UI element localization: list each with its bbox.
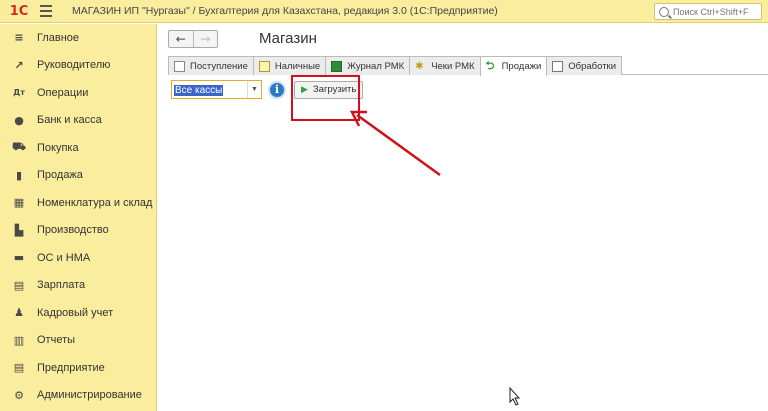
sidebar-item-enterprise[interactable]: ▤ Предприятие: [0, 354, 156, 382]
boxes-icon: ▦: [13, 196, 25, 210]
tab-label: Поступление: [190, 60, 248, 72]
sidebar-item-label: Производство: [37, 224, 109, 237]
journal-icon: [331, 60, 343, 72]
hamburger-menu-icon[interactable]: [40, 5, 58, 17]
list-icon: ≡: [14, 31, 24, 45]
info-icon[interactable]: i: [268, 80, 286, 99]
tab-cash[interactable]: Наличные: [252, 56, 327, 75]
sidebar-item-label: Номенклатура и склад: [37, 196, 153, 209]
sidebar-item-label: ОС и НМА: [37, 251, 91, 264]
chevron-down-icon[interactable]: ▼: [247, 81, 261, 98]
checkbox-doc-icon: [174, 60, 185, 72]
sidebar-item-admin[interactable]: ⚙ Администрирование: [0, 382, 156, 410]
people-icon: ♟: [14, 306, 24, 320]
tab-receipts[interactable]: Поступление: [168, 56, 254, 75]
main-content: ← → Магазин Поступление Наличные Журнал …: [158, 24, 768, 411]
coin-icon: ●: [14, 113, 24, 127]
select-value: Все кассы: [174, 84, 224, 96]
tab-label: Обработки: [568, 60, 617, 72]
sidebar: ≡ Главное ↗ Руководителю Дт Операции ● Банк …: [0, 24, 157, 411]
sidebar-item-label: Операции: [37, 86, 89, 99]
tab-rmk-journal[interactable]: Журнал РМК: [325, 56, 411, 75]
cart-icon: ⛟: [12, 140, 26, 154]
table-icon: [552, 60, 564, 72]
sidebar-item-hr[interactable]: ♟ Кадровый учет: [0, 299, 156, 327]
note-icon: [258, 60, 270, 72]
tab-processing[interactable]: Обработки: [546, 56, 623, 75]
load-button-label: Загрузить: [312, 84, 357, 95]
title-bar: 1С МАГАЗИН ИП "Нургазы" / Бухгалтерия дл…: [0, 0, 768, 23]
factory-icon: ▙: [14, 223, 24, 237]
arrow-icon: ⮌: [485, 60, 495, 72]
sidebar-item-label: Главное: [37, 31, 80, 44]
tab-bar: Поступление Наличные Журнал РМК ✱ Чеки РМ…: [168, 56, 768, 76]
sidebar-item-sales[interactable]: ▮ Продажа: [0, 162, 156, 190]
sidebar-item-label: Продажа: [37, 169, 83, 182]
tab-sales[interactable]: ⮌ Продажи: [479, 56, 548, 76]
app-title: МАГАЗИН ИП "Нургазы" / Бухгалтерия для К…: [72, 5, 498, 17]
sidebar-item-label: Предприятие: [37, 361, 105, 374]
debit-icon: Дт: [13, 88, 25, 98]
search-input[interactable]: [673, 6, 759, 17]
tab-rmk-receipts[interactable]: ✱ Чеки РМК: [409, 56, 481, 75]
sidebar-item-production[interactable]: ▙ Производство: [0, 217, 156, 245]
tab-label: Чеки РМК: [431, 60, 475, 72]
tab-label: Журнал РМК: [347, 60, 405, 72]
sidebar-item-manager[interactable]: ↗ Руководителю: [0, 52, 156, 80]
cash-register-select[interactable]: Все кассы ▼: [171, 80, 262, 99]
tab-label: Продажи: [501, 61, 542, 72]
sidebar-item-label: Покупка: [37, 141, 79, 154]
bar-chart-icon: ▥: [13, 333, 25, 347]
sidebar-item-warehouse[interactable]: ▦ Номенклатура и склад: [0, 189, 156, 217]
sidebar-item-label: Отчеты: [37, 334, 76, 347]
forward-arrow-icon[interactable]: →: [192, 31, 218, 47]
sidebar-item-bank[interactable]: ● Банк и касса: [0, 107, 156, 135]
back-arrow-icon[interactable]: ←: [169, 31, 193, 47]
gear-icon: ⚙: [14, 388, 24, 402]
history-nav: ← →: [168, 30, 218, 48]
sidebar-item-reports[interactable]: ▥ Отчеты: [0, 327, 156, 355]
building-icon: ▤: [13, 361, 25, 375]
bag-icon: ▮: [15, 168, 23, 182]
sidebar-item-label: Администрирование: [37, 389, 142, 402]
1c-logo: 1С: [9, 3, 29, 19]
sidebar-item-assets[interactable]: ▬ ОС и НМА: [0, 244, 156, 272]
star-icon: ✱: [415, 60, 424, 72]
page-title: Магазин: [259, 30, 317, 47]
load-button[interactable]: ▶ Загрузить: [294, 80, 364, 99]
sidebar-item-label: Руководителю: [37, 59, 111, 72]
toolbar: Все кассы ▼ i ▶ Загрузить: [171, 80, 364, 99]
search-box[interactable]: [654, 3, 762, 20]
sidebar-item-salary[interactable]: ▤ Зарплата: [0, 272, 156, 300]
trend-icon: ↗: [14, 58, 24, 72]
truck-icon: ▬: [13, 251, 25, 265]
sidebar-item-label: Кадровый учет: [37, 306, 114, 319]
sidebar-item-label: Банк и касса: [37, 114, 102, 127]
sidebar-item-label: Зарплата: [37, 279, 86, 292]
wallet-icon: ▤: [13, 278, 25, 292]
sidebar-item-purchase[interactable]: ⛟ Покупка: [0, 134, 156, 162]
sidebar-item-main[interactable]: ≡ Главное: [0, 24, 156, 52]
tab-label: Наличные: [274, 60, 321, 72]
sidebar-item-operations[interactable]: Дт Операции: [0, 79, 156, 107]
search-icon: [659, 6, 669, 17]
play-icon: ▶: [301, 84, 308, 94]
